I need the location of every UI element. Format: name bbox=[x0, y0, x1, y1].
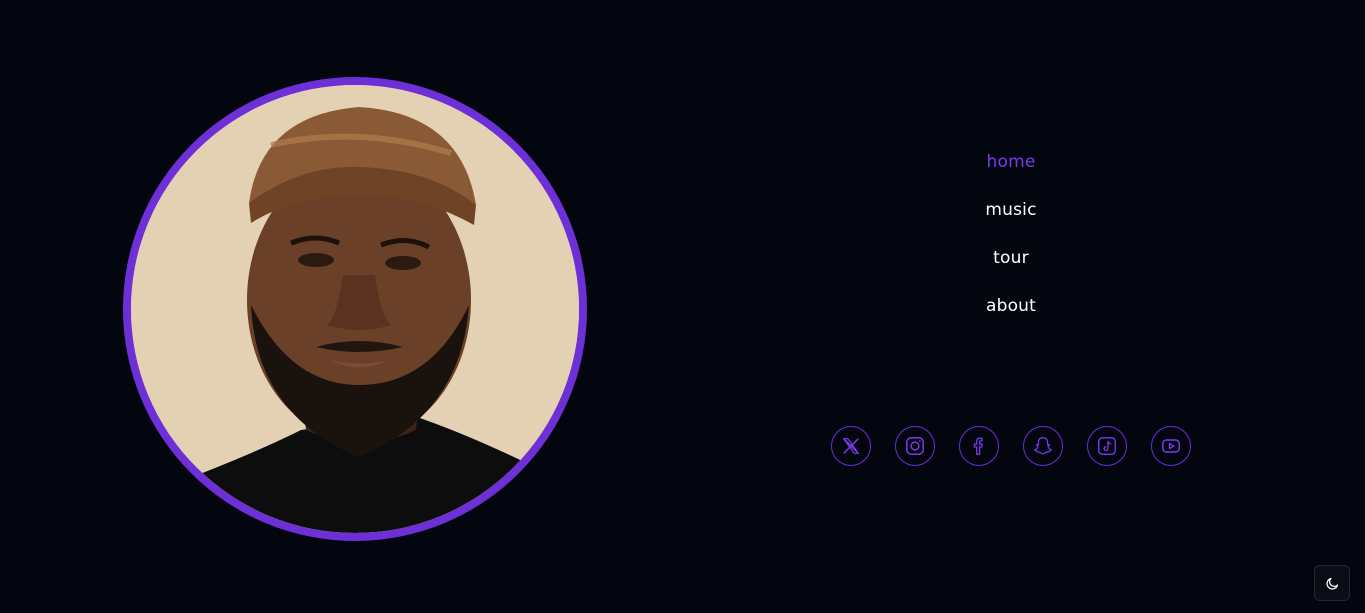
snapchat-icon bbox=[1034, 437, 1052, 455]
youtube-link[interactable] bbox=[1151, 426, 1191, 466]
nav-link-music[interactable]: music bbox=[985, 188, 1036, 236]
page: home music tour about bbox=[0, 0, 1365, 613]
tiktok-icon bbox=[1098, 437, 1116, 455]
moon-icon bbox=[1325, 577, 1338, 590]
tiktok-link[interactable] bbox=[1087, 426, 1127, 466]
facebook-icon bbox=[973, 437, 983, 455]
x-twitter-link[interactable] bbox=[831, 426, 871, 466]
youtube-icon bbox=[1162, 439, 1180, 453]
instagram-link[interactable] bbox=[895, 426, 935, 466]
nav-link-tour[interactable]: tour bbox=[993, 236, 1029, 284]
profile-portrait bbox=[123, 77, 587, 541]
nav-link-home[interactable]: home bbox=[987, 140, 1036, 188]
instagram-icon bbox=[906, 437, 924, 455]
snapchat-link[interactable] bbox=[1023, 426, 1063, 466]
profile-photo bbox=[131, 85, 579, 533]
x-twitter-icon bbox=[842, 438, 860, 454]
facebook-link[interactable] bbox=[959, 426, 999, 466]
main-nav: home music tour about bbox=[911, 140, 1111, 332]
theme-toggle-button[interactable] bbox=[1314, 565, 1350, 601]
nav-link-about[interactable]: about bbox=[986, 284, 1036, 332]
social-links bbox=[831, 426, 1191, 466]
